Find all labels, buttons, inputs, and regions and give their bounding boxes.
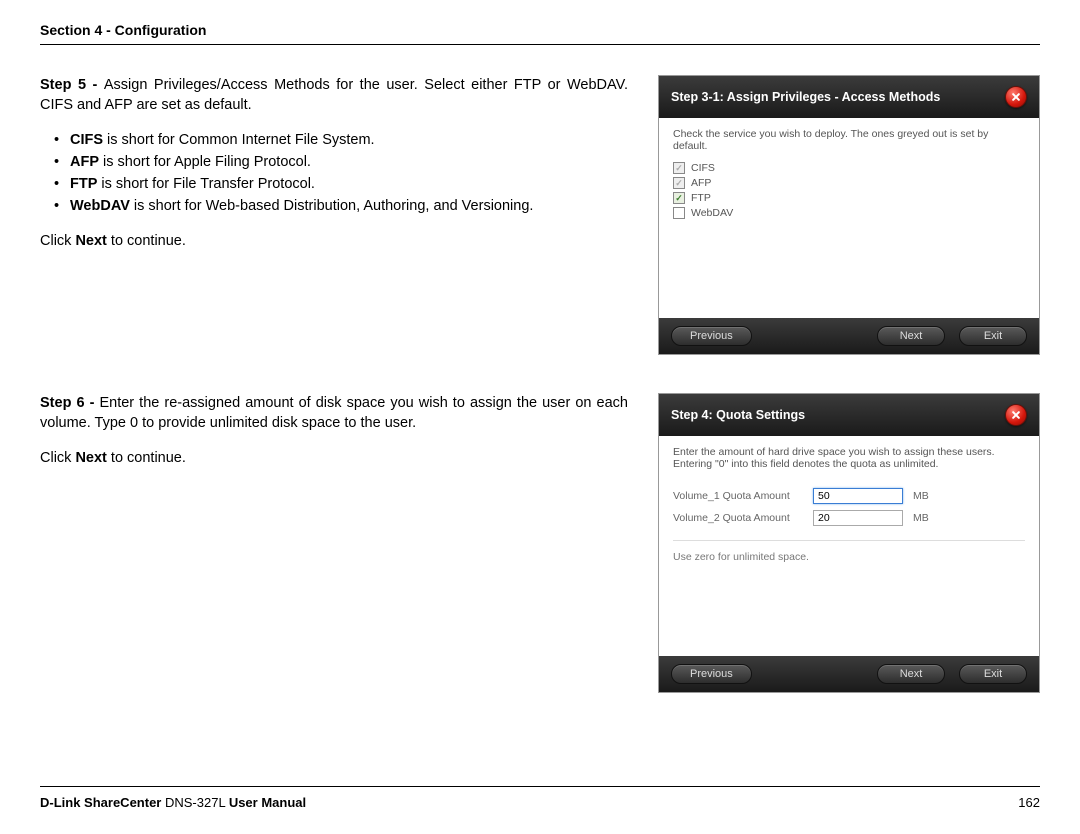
checkbox-ftp[interactable] <box>673 192 685 204</box>
next-bold: Next <box>75 450 106 466</box>
service-row-webdav[interactable]: WebDAV <box>673 207 1025 219</box>
footer-brand: D-Link ShareCenter <box>40 795 161 810</box>
step5-lead: Assign Privileges/Access Methods for the… <box>40 77 628 113</box>
quota-row-2: Volume_2 Quota Amount MB <box>673 510 1025 526</box>
page-number: 162 <box>1018 795 1040 810</box>
dialog-title: Step 4: Quota Settings <box>671 408 805 422</box>
close-icon[interactable] <box>1005 404 1027 426</box>
service-label: FTP <box>691 192 711 204</box>
quota-dialog: Step 4: Quota Settings Enter the amount … <box>658 393 1040 693</box>
list-item: WebDAV is short for Web-based Distributi… <box>58 196 628 216</box>
page-footer: D-Link ShareCenter DNS-327L User Manual … <box>40 786 1040 810</box>
quota-label: Volume_2 Quota Amount <box>673 512 803 524</box>
privileges-dialog: Step 3-1: Assign Privileges - Access Met… <box>658 75 1040 355</box>
bullet-term: AFP <box>70 154 99 170</box>
service-label: CIFS <box>691 162 715 174</box>
bullet-desc: is short for Apple Filing Protocol. <box>99 154 311 170</box>
service-label: WebDAV <box>691 207 733 219</box>
bullet-term: CIFS <box>70 132 103 148</box>
dialog-footer: Previous Next Exit <box>659 318 1039 354</box>
next-pre: Click <box>40 233 75 249</box>
step6-lead-bold: Step 6 - <box>40 395 99 411</box>
step5-text: Step 5 - Assign Privileges/Access Method… <box>40 75 638 355</box>
list-item: AFP is short for Apple Filing Protocol. <box>58 152 628 172</box>
service-row-afp: AFP <box>673 177 1025 189</box>
list-item: FTP is short for File Transfer Protocol. <box>58 174 628 194</box>
section-header: Section 4 - Configuration <box>40 22 1040 45</box>
checkbox-cifs <box>673 162 685 174</box>
footer-manual: User Manual <box>229 795 306 810</box>
service-list: CIFS AFP FTP WebDAV <box>673 162 1025 219</box>
next-pre: Click <box>40 450 75 466</box>
bullet-term: WebDAV <box>70 198 130 214</box>
list-item: CIFS is short for Common Internet File S… <box>58 130 628 150</box>
step6-lead: Enter the re-assigned amount of disk spa… <box>40 395 628 431</box>
quota-input-1[interactable] <box>813 488 903 504</box>
quota-unit: MB <box>913 490 929 502</box>
bullet-desc: is short for File Transfer Protocol. <box>97 176 315 192</box>
dialog-title: Step 3-1: Assign Privileges - Access Met… <box>671 90 940 104</box>
previous-button[interactable]: Previous <box>671 326 752 346</box>
checkbox-webdav[interactable] <box>673 207 685 219</box>
step6-text: Step 6 - Enter the re-assigned amount of… <box>40 393 638 693</box>
step5-lead-bold: Step 5 - <box>40 77 104 93</box>
next-button[interactable]: Next <box>877 326 945 346</box>
previous-button[interactable]: Previous <box>671 664 752 684</box>
dialog-footer: Previous Next Exit <box>659 656 1039 692</box>
next-button[interactable]: Next <box>877 664 945 684</box>
quota-label: Volume_1 Quota Amount <box>673 490 803 502</box>
dialog-title-bar: Step 3-1: Assign Privileges - Access Met… <box>659 76 1039 118</box>
quota-input-2[interactable] <box>813 510 903 526</box>
dialog-hint: Enter the amount of hard drive space you… <box>673 446 1025 470</box>
step6-row: Step 6 - Enter the re-assigned amount of… <box>40 393 1040 693</box>
service-row-ftp[interactable]: FTP <box>673 192 1025 204</box>
dialog-title-bar: Step 4: Quota Settings <box>659 394 1039 436</box>
protocol-list: CIFS is short for Common Internet File S… <box>40 130 628 217</box>
next-post: to continue. <box>107 450 186 466</box>
bullet-desc: is short for Web-based Distribution, Aut… <box>130 198 534 214</box>
exit-button[interactable]: Exit <box>959 326 1027 346</box>
service-row-cifs: CIFS <box>673 162 1025 174</box>
bullet-term: FTP <box>70 176 97 192</box>
next-bold: Next <box>75 233 106 249</box>
exit-button[interactable]: Exit <box>959 664 1027 684</box>
divider <box>673 540 1025 541</box>
close-icon[interactable] <box>1005 86 1027 108</box>
next-post: to continue. <box>107 233 186 249</box>
quota-unit: MB <box>913 512 929 524</box>
service-label: AFP <box>691 177 711 189</box>
quota-note: Use zero for unlimited space. <box>673 551 1025 563</box>
step5-row: Step 5 - Assign Privileges/Access Method… <box>40 75 1040 355</box>
dialog-hint: Check the service you wish to deploy. Th… <box>673 128 1025 152</box>
bullet-desc: is short for Common Internet File System… <box>103 132 375 148</box>
checkbox-afp <box>673 177 685 189</box>
footer-model: DNS-327L <box>161 795 228 810</box>
quota-row-1: Volume_1 Quota Amount MB <box>673 488 1025 504</box>
